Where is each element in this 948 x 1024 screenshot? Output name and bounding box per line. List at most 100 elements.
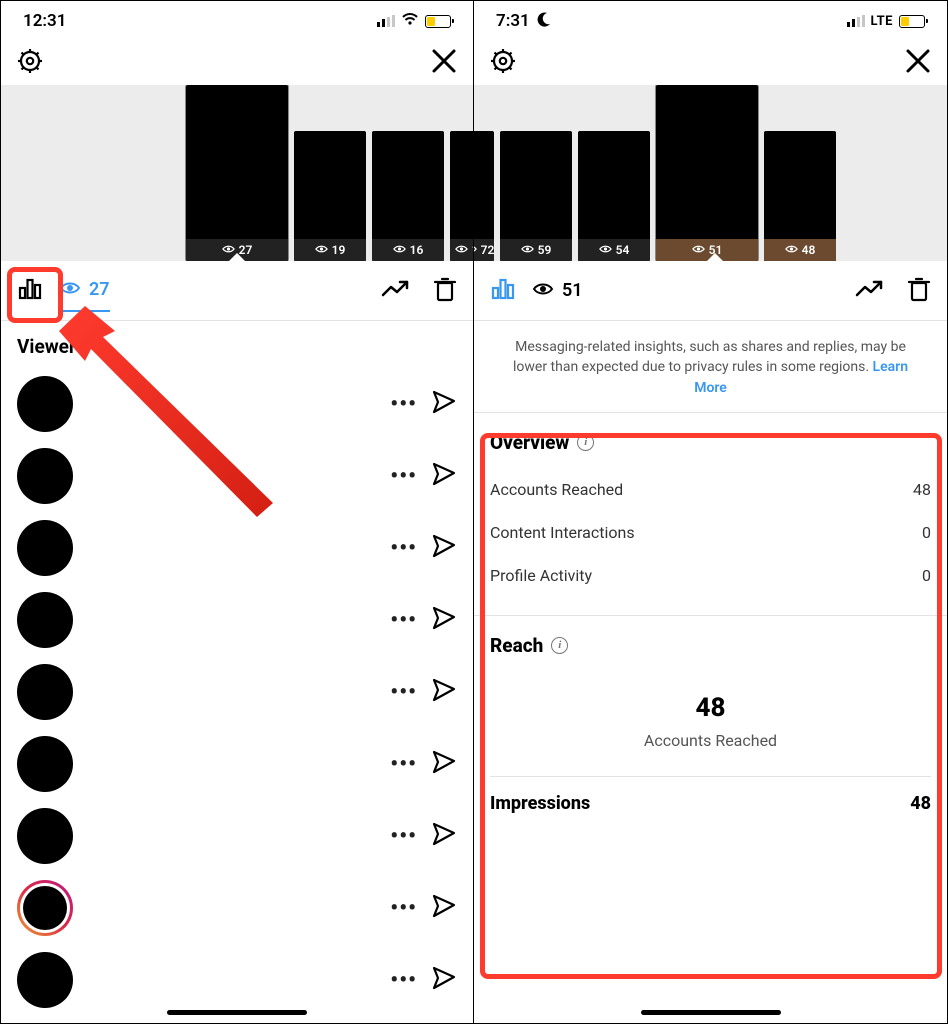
views-eye-icon[interactable] xyxy=(532,281,554,301)
story-thumbnail[interactable]: 16 xyxy=(372,131,444,261)
more-options-icon[interactable]: ••• xyxy=(390,608,417,633)
viewer-row[interactable]: ••• xyxy=(1,512,473,584)
viewer-row[interactable]: ••• xyxy=(1,800,473,872)
network-label: LTE xyxy=(871,14,893,29)
eye-icon xyxy=(474,243,477,257)
eye-icon xyxy=(785,243,798,257)
viewer-row[interactable]: ••• xyxy=(1,944,473,1016)
viewer-avatar[interactable] xyxy=(17,880,73,936)
do-not-disturb-moon-icon xyxy=(536,11,552,32)
more-options-icon[interactable]: ••• xyxy=(390,680,417,705)
story-thumbnail[interactable]: 51 xyxy=(656,85,758,261)
story-view-count: 14 xyxy=(472,243,473,257)
viewers-screen: 12:31 27191614 xyxy=(1,1,474,1023)
more-options-icon[interactable]: ••• xyxy=(390,536,417,561)
overview-stat-row[interactable]: Accounts Reached48 xyxy=(490,468,931,511)
viewer-avatar[interactable] xyxy=(17,520,73,576)
privacy-note: Messaging-related insights, such as shar… xyxy=(474,321,947,413)
story-view-count: 48 xyxy=(802,243,816,257)
stat-value: 0 xyxy=(922,523,931,542)
viewer-row[interactable]: ••• xyxy=(1,728,473,800)
story-view-count: 16 xyxy=(410,243,424,257)
settings-gear-icon[interactable] xyxy=(17,48,43,78)
viewer-avatar[interactable] xyxy=(17,736,73,792)
viewer-avatar[interactable] xyxy=(17,448,73,504)
viewer-avatar[interactable] xyxy=(17,376,73,432)
viewer-avatar[interactable] xyxy=(17,808,73,864)
more-options-icon[interactable]: ••• xyxy=(390,464,417,489)
overview-stat-row[interactable]: Profile Activity 0 xyxy=(490,554,931,597)
privacy-note-text: Messaging-related insights, such as shar… xyxy=(513,339,906,375)
send-message-icon[interactable] xyxy=(431,533,457,563)
viewers-list[interactable]: ••• ••• ••• ••• ••• ••• ••• ••• ••• xyxy=(1,368,473,1016)
eye-icon xyxy=(692,243,705,257)
more-options-icon[interactable]: ••• xyxy=(390,968,417,993)
stat-value: 0 xyxy=(922,566,931,585)
viewer-row[interactable]: ••• xyxy=(1,584,473,656)
story-view-count-bar: 16 xyxy=(372,239,444,261)
insights-screen: 7:31 LTE 7259 54 51 48 xyxy=(474,1,947,1023)
promote-trend-icon[interactable] xyxy=(855,279,883,303)
story-view-count: 54 xyxy=(616,243,630,257)
viewer-row[interactable]: ••• xyxy=(1,656,473,728)
overview-title: Overview xyxy=(490,431,569,454)
promote-trend-icon[interactable] xyxy=(381,279,409,303)
send-message-icon[interactable] xyxy=(431,893,457,923)
more-options-icon[interactable]: ••• xyxy=(390,392,417,417)
info-icon[interactable]: i xyxy=(577,434,594,451)
story-thumbnail[interactable]: 19 xyxy=(294,131,366,261)
story-thumbnail[interactable]: 72 xyxy=(474,131,494,261)
status-time: 12:31 xyxy=(23,11,66,31)
stat-label: Content Interactions xyxy=(490,523,635,542)
eye-icon xyxy=(315,243,328,257)
viewer-avatar[interactable] xyxy=(17,592,73,648)
story-thumbnail[interactable]: 59 xyxy=(500,131,572,261)
viewer-row[interactable]: ••• xyxy=(1,440,473,512)
overview-stat-row[interactable]: Content Interactions 0 xyxy=(490,511,931,554)
send-message-icon[interactable] xyxy=(431,677,457,707)
story-thumbnail[interactable]: 27 xyxy=(186,85,288,261)
reach-title: Reach xyxy=(490,634,543,657)
story-thumbnail[interactable]: 48 xyxy=(764,131,836,261)
delete-trash-icon[interactable] xyxy=(907,276,931,306)
status-bar: 12:31 xyxy=(1,1,473,41)
viewer-row[interactable]: ••• xyxy=(1,368,473,440)
more-options-icon[interactable]: ••• xyxy=(390,752,417,777)
stat-label: Profile Activity xyxy=(490,566,592,585)
story-view-count-bar: 48 xyxy=(764,239,836,261)
settings-gear-icon[interactable] xyxy=(490,48,516,78)
home-indicator xyxy=(167,1010,307,1015)
send-message-icon[interactable] xyxy=(431,821,457,851)
more-options-icon[interactable]: ••• xyxy=(390,824,417,849)
battery-icon xyxy=(425,15,451,28)
close-icon[interactable] xyxy=(431,48,457,78)
delete-trash-icon[interactable] xyxy=(433,276,457,306)
eye-icon xyxy=(455,243,468,257)
send-message-icon[interactable] xyxy=(431,461,457,491)
viewer-avatar[interactable] xyxy=(17,952,73,1008)
view-count: 27 xyxy=(89,279,110,300)
send-message-icon[interactable] xyxy=(431,749,457,779)
story-thumbnail[interactable]: 54 xyxy=(578,131,650,261)
send-message-icon[interactable] xyxy=(431,389,457,419)
send-message-icon[interactable] xyxy=(431,605,457,635)
eye-icon xyxy=(521,243,534,257)
cellular-signal-icon xyxy=(377,15,395,27)
insights-chart-icon[interactable] xyxy=(490,276,516,306)
status-bar: 7:31 LTE xyxy=(474,1,947,41)
send-message-icon[interactable] xyxy=(431,965,457,995)
story-view-count-bar: 54 xyxy=(578,239,650,261)
close-icon[interactable] xyxy=(905,48,931,78)
viewer-avatar[interactable] xyxy=(17,664,73,720)
more-options-icon[interactable]: ••• xyxy=(390,896,417,921)
viewer-row[interactable]: ••• xyxy=(1,872,473,944)
viewers-heading: Viewers xyxy=(1,321,473,368)
action-bar: 27 xyxy=(1,261,473,321)
insights-chart-icon[interactable] xyxy=(17,276,43,306)
info-icon[interactable]: i xyxy=(551,637,568,654)
story-thumbnail-strip[interactable]: 7259 54 51 48 xyxy=(474,85,947,261)
reach-section: Reach i 48 Accounts Reached Impressions … xyxy=(474,616,947,832)
story-thumbnail-strip[interactable]: 2719 16 14 xyxy=(1,85,473,261)
story-thumbnail[interactable]: 14 xyxy=(450,131,473,261)
views-eye-icon[interactable] xyxy=(59,280,81,300)
